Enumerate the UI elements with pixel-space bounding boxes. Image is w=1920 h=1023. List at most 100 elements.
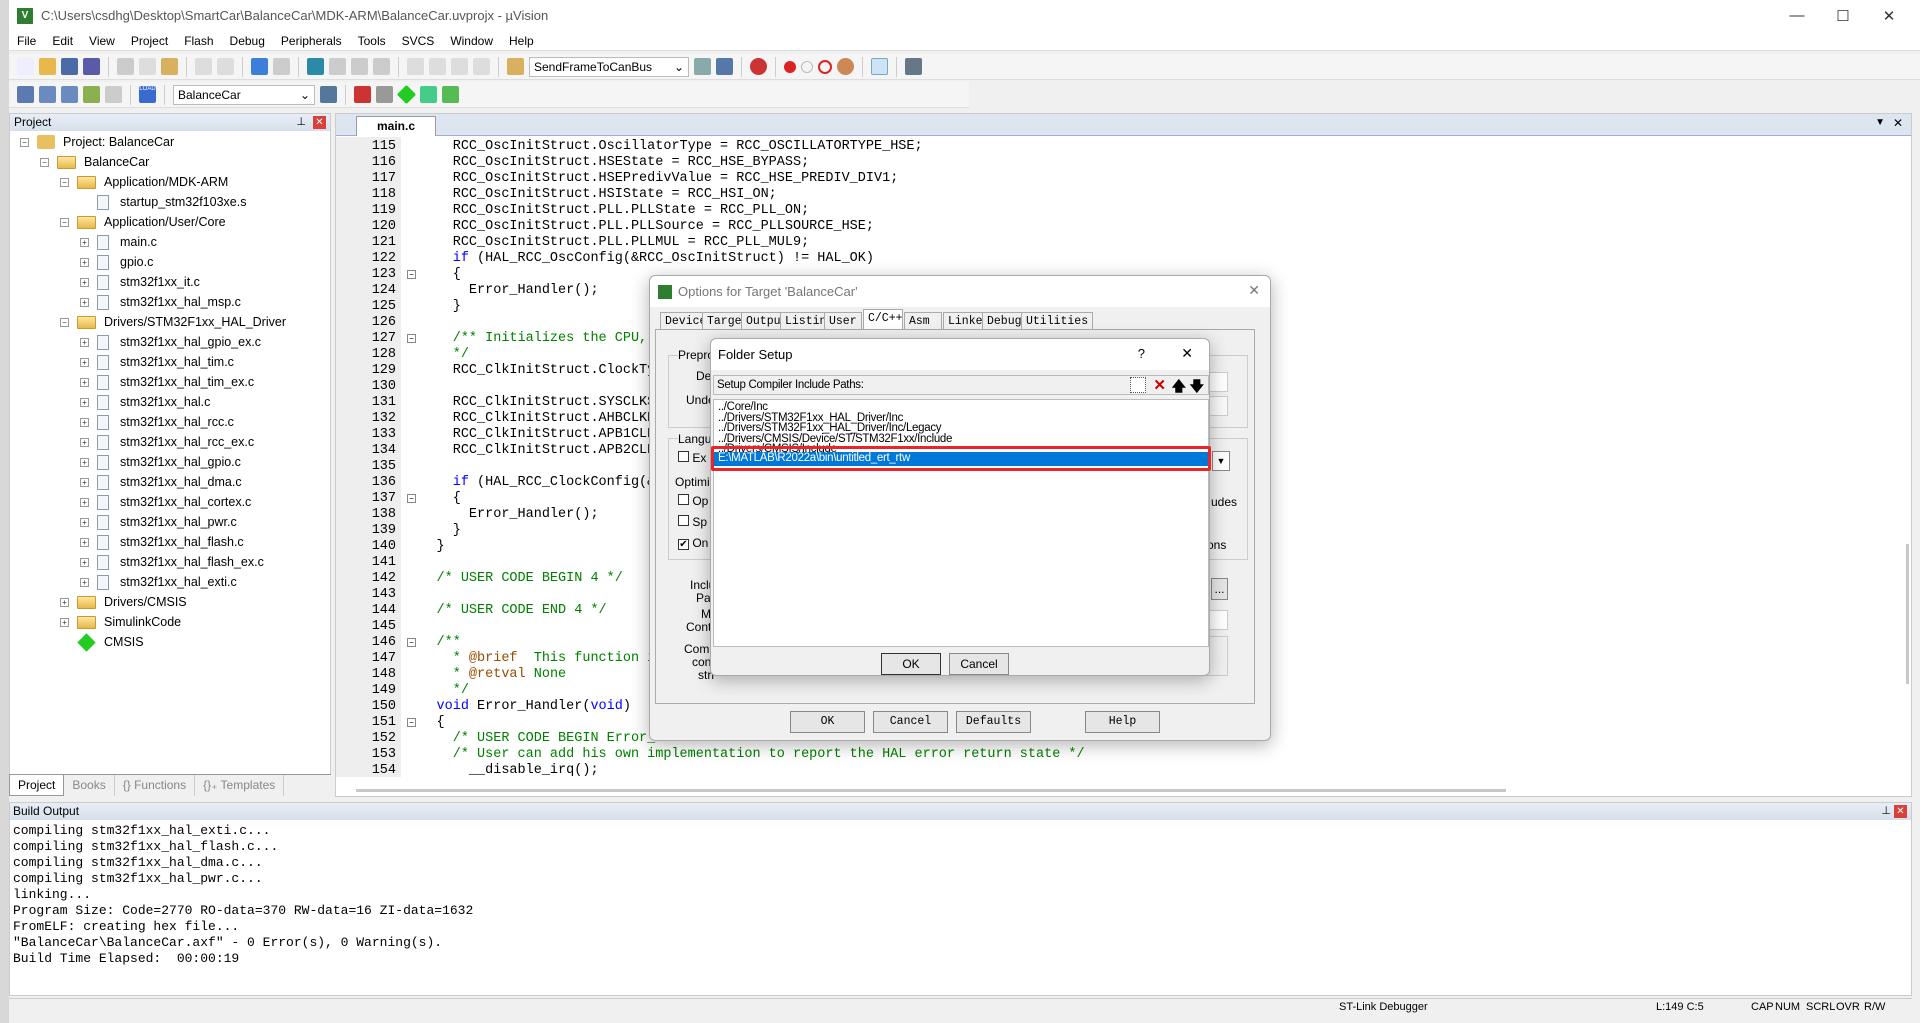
load-flash-icon[interactable]: LOAD bbox=[139, 86, 156, 103]
tab-utilities[interactable]: Utilities bbox=[1021, 312, 1094, 329]
menu-window[interactable]: Window bbox=[442, 34, 501, 48]
tree-item[interactable]: − Drivers/STM32F1xx_HAL_Driver bbox=[60, 312, 286, 332]
collapse-icon[interactable]: − bbox=[60, 177, 69, 187]
select-packs-icon[interactable] bbox=[376, 86, 393, 103]
find-in-files-icon[interactable] bbox=[507, 58, 524, 75]
collapse-icon[interactable]: − bbox=[60, 317, 69, 327]
tab-asm[interactable]: Asm bbox=[904, 312, 942, 329]
expand-icon[interactable]: + bbox=[80, 537, 89, 547]
translate-icon[interactable] bbox=[17, 86, 34, 103]
next-bookmark-icon[interactable] bbox=[351, 58, 368, 75]
undo-icon[interactable] bbox=[195, 58, 212, 75]
fold-toggle-icon[interactable]: − bbox=[407, 270, 416, 279]
tree-item[interactable]: CMSIS bbox=[60, 632, 144, 652]
tab-templates[interactable]: {}₊ Templates bbox=[195, 775, 285, 796]
rebuild-icon[interactable] bbox=[61, 86, 78, 103]
help-button[interactable]: ? bbox=[1138, 346, 1145, 361]
menu-tools[interactable]: Tools bbox=[350, 34, 394, 48]
tree-item[interactable]: + gpio.c bbox=[80, 252, 153, 272]
collapse-icon[interactable]: − bbox=[40, 157, 49, 167]
tree-item[interactable]: + stm32f1xx_hal_flash_ex.c bbox=[80, 552, 264, 572]
copy-icon[interactable] bbox=[139, 58, 156, 75]
cancel-button[interactable]: Cancel bbox=[873, 711, 948, 733]
debug-session-icon[interactable] bbox=[750, 58, 767, 75]
menu-svcs[interactable]: SVCS bbox=[394, 34, 443, 48]
kill-breakpoints-icon[interactable] bbox=[837, 58, 854, 75]
configure-wrench-icon[interactable] bbox=[905, 58, 922, 75]
tab-list-dropdown-icon[interactable]: ▼ bbox=[1875, 117, 1885, 128]
tree-item[interactable]: + stm32f1xx_hal_msp.c bbox=[80, 292, 241, 312]
expand-icon[interactable]: + bbox=[60, 597, 69, 607]
unindent-icon[interactable] bbox=[429, 58, 446, 75]
expand-icon[interactable]: + bbox=[80, 477, 89, 487]
pin-icon[interactable]: ⊥ bbox=[1881, 803, 1891, 820]
tab-functions[interactable]: {} Functions bbox=[115, 775, 196, 796]
menu-flash[interactable]: Flash bbox=[176, 34, 221, 48]
batch-build-icon[interactable] bbox=[83, 86, 100, 103]
manage-project-items-icon[interactable] bbox=[354, 86, 371, 103]
chevron-down-icon[interactable]: ▼ bbox=[1212, 451, 1230, 471]
stop-build-icon[interactable] bbox=[105, 86, 122, 103]
menu-view[interactable]: View bbox=[81, 34, 123, 48]
checkbox-checked[interactable]: ✔ bbox=[678, 539, 689, 550]
find-icon[interactable] bbox=[694, 58, 711, 75]
expand-icon[interactable]: + bbox=[80, 277, 89, 287]
manage-run-time-environment-icon[interactable] bbox=[396, 84, 417, 105]
expand-icon[interactable]: + bbox=[80, 497, 89, 507]
tree-item[interactable]: + stm32f1xx_hal_cortex.c bbox=[80, 492, 251, 512]
redo-icon[interactable] bbox=[217, 58, 234, 75]
checkbox[interactable] bbox=[678, 494, 689, 505]
tree-item[interactable]: startup_stm32f103xe.s bbox=[80, 192, 246, 212]
navigate-forward-icon[interactable] bbox=[273, 58, 290, 75]
checkbox[interactable] bbox=[678, 451, 689, 462]
uncomment-icon[interactable] bbox=[473, 58, 490, 75]
window-layout-icon[interactable] bbox=[871, 58, 888, 75]
tree-item[interactable]: − BalanceCar bbox=[40, 152, 149, 172]
expand-icon[interactable]: + bbox=[80, 237, 89, 247]
open-file-icon[interactable] bbox=[39, 58, 56, 75]
delete-icon[interactable]: ✕ bbox=[1153, 376, 1166, 394]
expand-icon[interactable]: + bbox=[80, 577, 89, 587]
close-tab-icon[interactable]: ✕ bbox=[1893, 116, 1903, 130]
expand-icon[interactable]: + bbox=[80, 357, 89, 367]
expand-icon[interactable]: + bbox=[80, 437, 89, 447]
menu-debug[interactable]: Debug bbox=[222, 34, 273, 48]
expand-icon[interactable]: + bbox=[80, 417, 89, 427]
software-packs-icon[interactable] bbox=[442, 86, 459, 103]
options-for-target-icon[interactable] bbox=[320, 86, 337, 103]
browse-include-paths-button[interactable]: ... bbox=[1211, 578, 1228, 600]
tree-item[interactable]: + stm32f1xx_hal_gpio.c bbox=[80, 452, 241, 472]
tab-books[interactable]: Books bbox=[64, 775, 115, 796]
fold-toggle-icon[interactable]: − bbox=[407, 638, 416, 647]
fold-toggle-icon[interactable]: − bbox=[407, 718, 416, 727]
ok-button[interactable]: OK bbox=[881, 653, 941, 675]
pin-icon[interactable]: ⊥ bbox=[296, 114, 306, 131]
tree-item[interactable]: + stm32f1xx_hal_flash.c bbox=[80, 532, 244, 552]
horizontal-scrollbar[interactable] bbox=[356, 789, 1506, 792]
tree-item[interactable]: + stm32f1xx_hal.c bbox=[80, 392, 210, 412]
collapse-icon[interactable]: − bbox=[20, 137, 29, 147]
tab-c-cpp[interactable]: C/C++ bbox=[863, 309, 903, 329]
ok-button[interactable]: OK bbox=[790, 711, 865, 733]
move-down-icon[interactable]: 🡇 bbox=[1190, 376, 1204, 400]
navigate-back-icon[interactable] bbox=[251, 58, 268, 75]
defaults-button[interactable]: Defaults bbox=[956, 711, 1031, 733]
tree-item[interactable]: + stm32f1xx_hal_dma.c bbox=[80, 472, 242, 492]
bookmark-icon[interactable] bbox=[307, 58, 324, 75]
tab-main-c[interactable]: main.c bbox=[356, 116, 436, 136]
tab-debug[interactable]: Debug bbox=[982, 312, 1027, 329]
move-up-icon[interactable]: 🡅 bbox=[1172, 376, 1186, 400]
fold-toggle-icon[interactable]: − bbox=[407, 334, 416, 343]
tree-item[interactable]: + SimulinkCode bbox=[60, 612, 181, 632]
cancel-button[interactable]: Cancel bbox=[949, 653, 1009, 675]
tree-item[interactable]: + stm32f1xx_hal_rcc_ex.c bbox=[80, 432, 254, 452]
menu-help[interactable]: Help bbox=[501, 34, 542, 48]
tab-user[interactable]: User bbox=[824, 312, 862, 329]
tree-item[interactable]: + stm32f1xx_hal_rcc.c bbox=[80, 412, 234, 432]
include-paths-list[interactable]: ../Core/Inc ../Drivers/STM32F1xx_HAL_Driv… bbox=[713, 399, 1209, 647]
comment-icon[interactable] bbox=[451, 58, 468, 75]
tree-item[interactable]: + stm32f1xx_it.c bbox=[80, 272, 200, 292]
tab-project[interactable]: Project bbox=[9, 775, 65, 796]
expand-icon[interactable]: + bbox=[80, 257, 89, 267]
expand-icon[interactable]: + bbox=[80, 517, 89, 527]
